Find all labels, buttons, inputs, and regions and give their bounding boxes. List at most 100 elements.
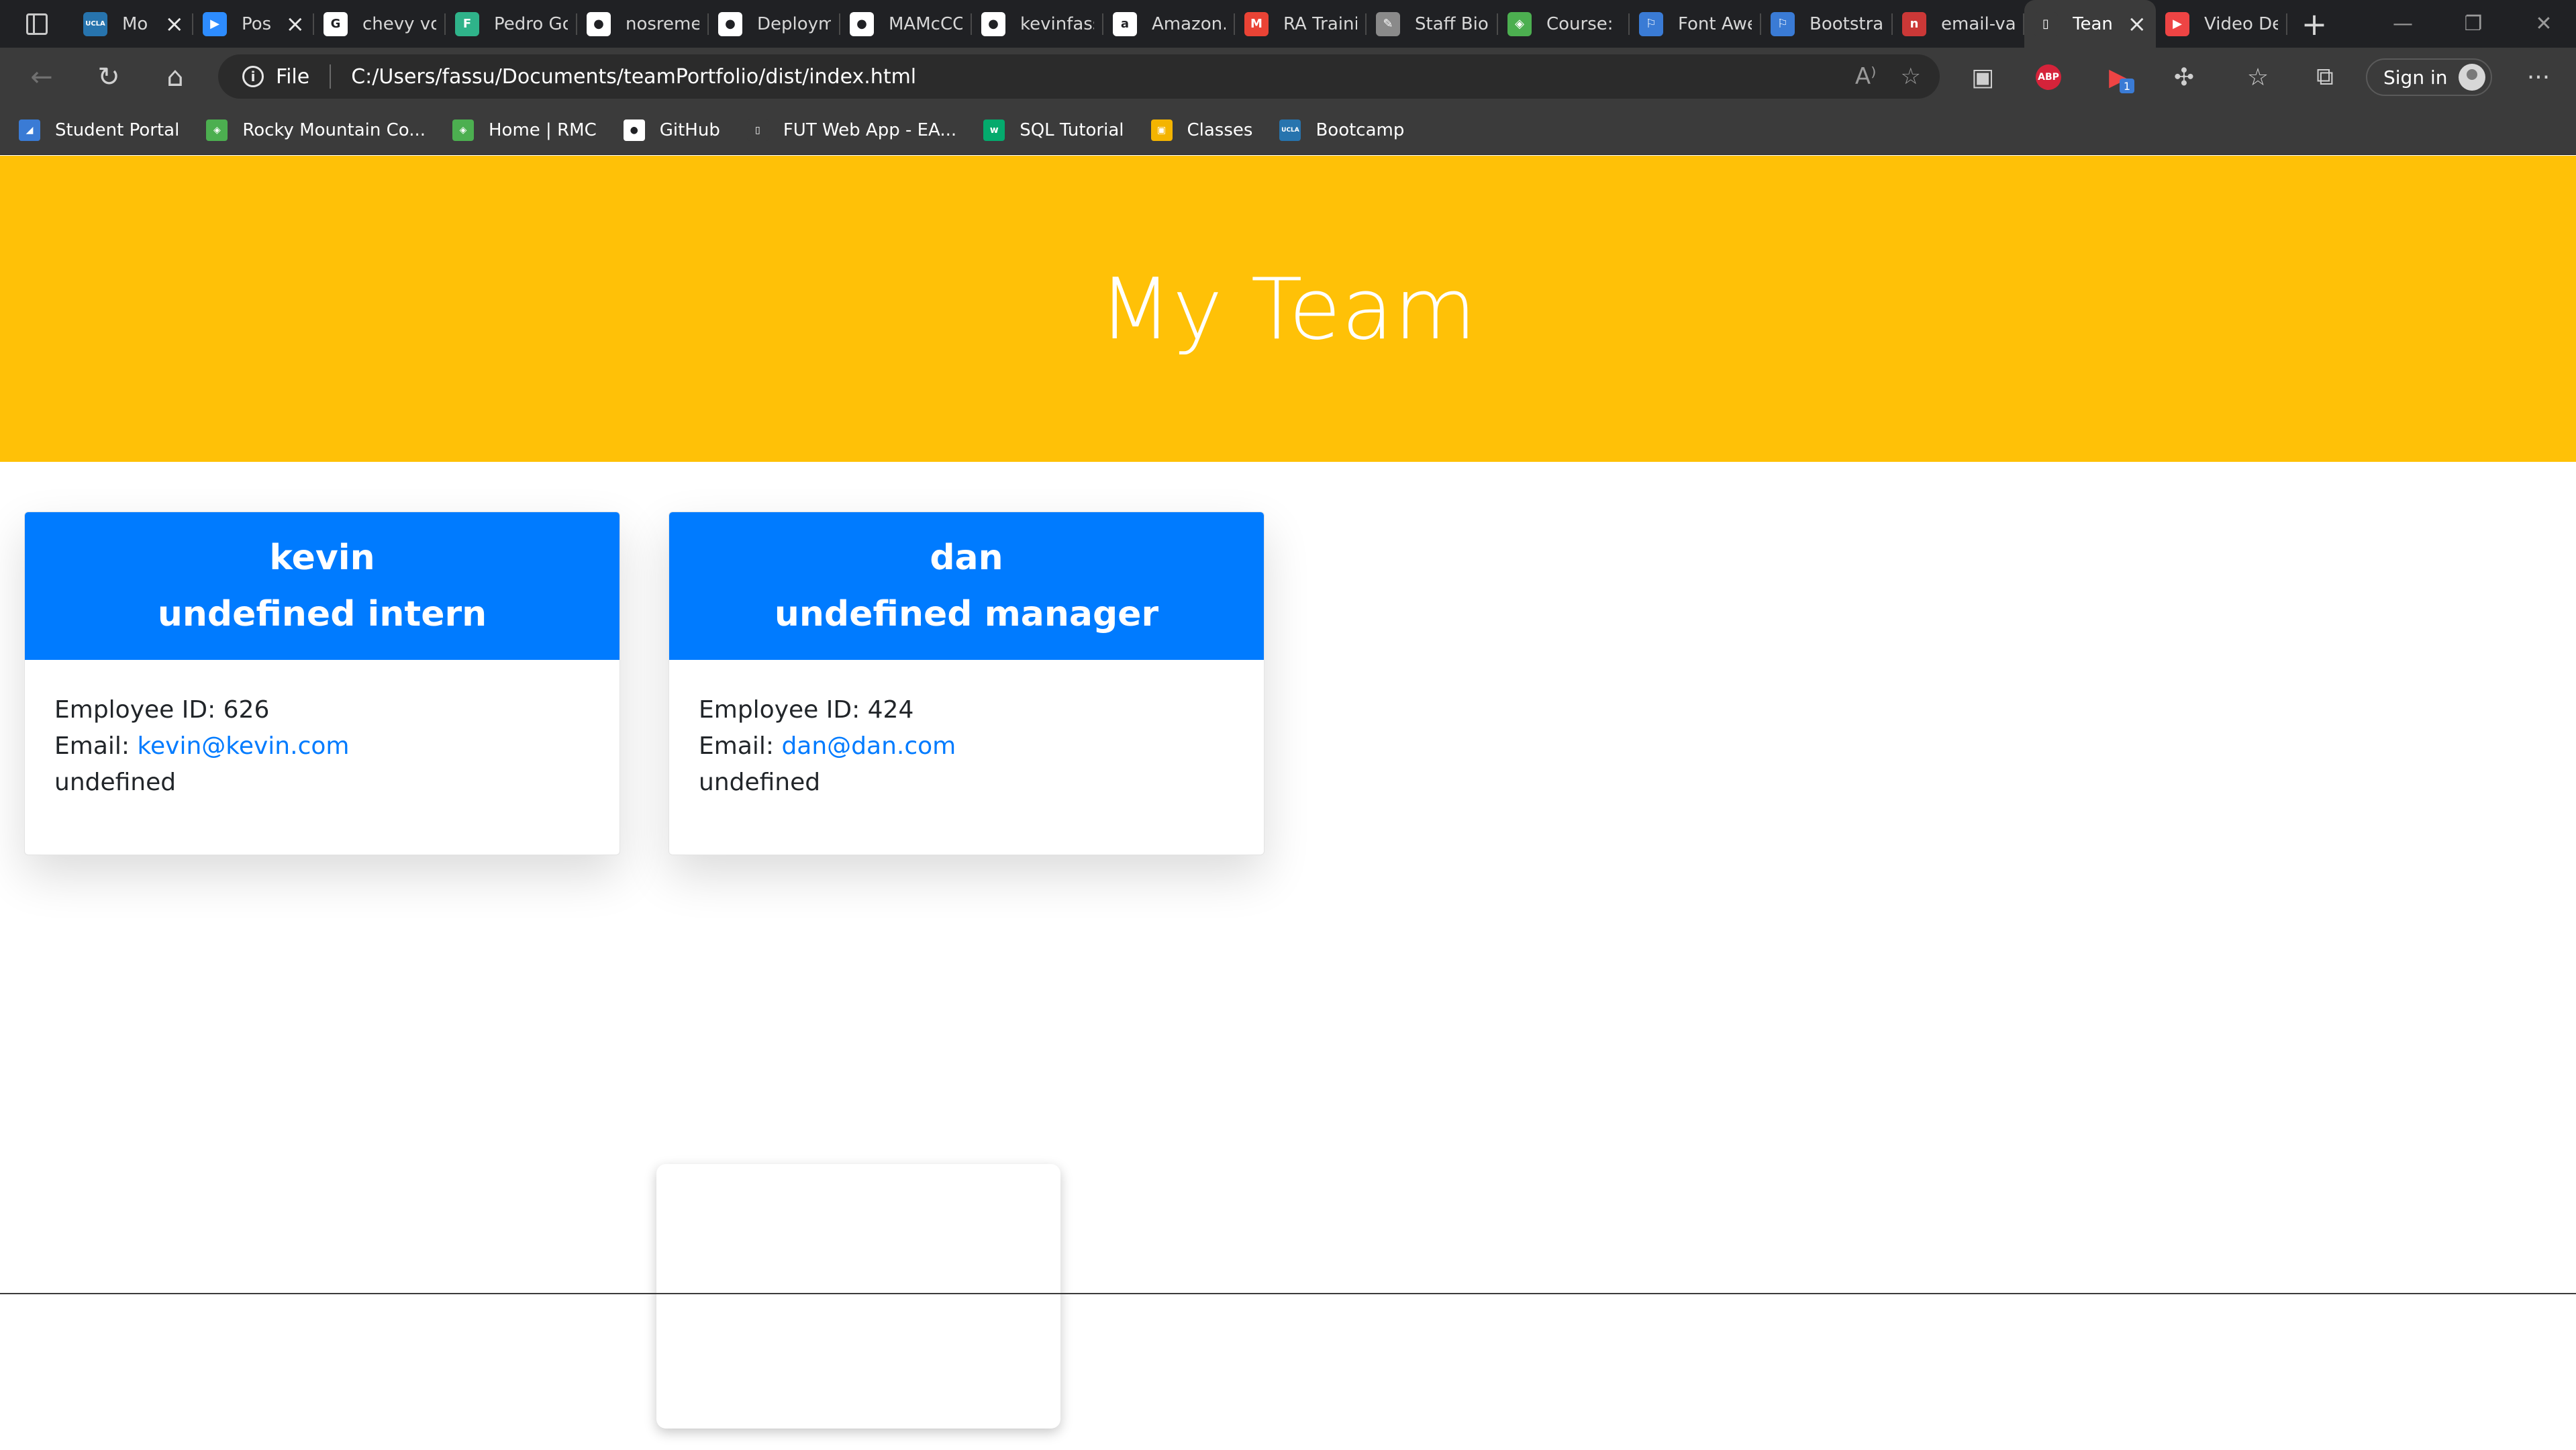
employee-role: undefined manager <box>774 594 1159 634</box>
bookmark-label: Rocky Mountain Co... <box>242 119 426 140</box>
favorite-star-icon[interactable]: ☆ <box>1901 63 1921 90</box>
url-scheme: File <box>276 64 310 89</box>
tab[interactable]: ⚐ Font Awe <box>1630 0 1761 48</box>
address-toolbar: ← ↻ ⌂ i File C:/Users/fassu/Documents/te… <box>0 48 2576 105</box>
minimize-button[interactable]: — <box>2369 0 2436 48</box>
close-window-button[interactable]: ✕ <box>2510 0 2576 48</box>
video-ext-icon[interactable]: ▶ 1 <box>2098 57 2138 97</box>
portal-icon: ◢ <box>19 119 40 141</box>
close-tab-icon[interactable]: × <box>2128 11 2147 38</box>
bookmark-item[interactable]: ◈ Home | RMC <box>452 119 597 141</box>
classroom-icon: ▣ <box>1150 119 1173 141</box>
shield-icon: ◈ <box>452 119 474 141</box>
tab[interactable]: F Pedro Go <box>446 0 577 48</box>
close-tab-icon[interactable]: × <box>286 11 305 38</box>
tab[interactable]: ▯ Tean × <box>2024 0 2156 48</box>
extensions-puzzle-icon[interactable]: ✣ <box>2164 57 2204 97</box>
file-icon: ▯ <box>2034 11 2058 36</box>
employee-id: Employee ID: 424 <box>699 696 914 724</box>
tab[interactable]: Gchevy vo <box>314 0 446 48</box>
collections-ext-icon[interactable]: ▣ <box>1963 57 2003 97</box>
tab[interactable]: UCLA Mo × <box>74 0 193 48</box>
npm-icon: n <box>1902 11 1926 36</box>
favorites-icon[interactable]: ☆ <box>2238 57 2278 97</box>
video-icon: ▶ <box>2165 11 2189 36</box>
tab[interactable]: ✎ Staff Bio <box>1367 0 1498 48</box>
tab[interactable]: ▶ Pos × <box>193 0 314 48</box>
tab-strip: UCLA Mo × ▶ Pos × Gchevy vo F Pedro Go ● nosreme ● D… <box>0 0 2576 48</box>
bookmark-label: Student Portal <box>55 119 180 140</box>
email-label: Email: <box>54 732 138 760</box>
collections-icon[interactable]: ⧉ <box>2305 57 2345 97</box>
bookmark-label: FUT Web App - EA... <box>783 119 957 140</box>
address-divider <box>330 64 332 89</box>
header-jumbotron: My Team <box>0 156 2576 462</box>
address-bar[interactable]: i File C:/Users/fassu/Documents/teamPort… <box>218 54 1940 99</box>
bookmark-item[interactable]: ● GitHub <box>623 119 720 141</box>
bookmark-item[interactable]: w SQL Tutorial <box>983 119 1124 141</box>
back-button[interactable]: ← <box>21 57 62 97</box>
bookmark-label: Classes <box>1187 119 1253 140</box>
close-tab-icon[interactable]: × <box>165 11 185 38</box>
employee-extra: undefined <box>54 769 177 796</box>
tab-label: Tean <box>2073 13 2113 34</box>
tab[interactable]: ● Deploym <box>709 0 840 48</box>
employee-extra: undefined <box>699 769 821 796</box>
tab[interactable]: ⚐ Bootstrap <box>1761 0 1893 48</box>
shield-icon: ◈ <box>1507 11 1532 36</box>
employee-name: dan <box>930 538 1003 578</box>
amazon-icon: a <box>1113 11 1137 36</box>
info-icon[interactable]: i <box>242 66 264 87</box>
github-icon: ● <box>718 11 742 36</box>
taskbar-edge <box>0 1293 2576 1294</box>
tab[interactable]: ● MAMcCC <box>840 0 972 48</box>
bookmark-label: GitHub <box>659 119 720 140</box>
github-icon: ● <box>623 119 645 141</box>
ucla-icon: UCLA <box>1279 119 1301 141</box>
sign-in-label: Sign in <box>2383 66 2448 89</box>
tab-label: MAMcCC <box>889 13 962 34</box>
zoom-icon: ▶ <box>203 11 227 36</box>
employee-card: kevin undefined intern Employee ID: 626 … <box>24 512 620 855</box>
bookmark-item[interactable]: ▣ Classes <box>1150 119 1253 141</box>
github-icon: ● <box>850 11 874 36</box>
tab[interactable]: ● kevinfass <box>972 0 1103 48</box>
bookmark-item[interactable]: ▯ FUT Web App - EA... <box>746 119 957 141</box>
tab[interactable]: n email-va <box>1893 0 2024 48</box>
adblock-ext-icon[interactable]: ABP <box>2028 57 2069 97</box>
tab-label: Bootstrap <box>1810 13 1883 34</box>
home-button[interactable]: ⌂ <box>155 57 195 97</box>
tab[interactable]: ● nosreme <box>577 0 709 48</box>
email-link[interactable]: kevin@kevin.com <box>137 732 349 760</box>
restore-button[interactable]: ❐ <box>2440 0 2507 48</box>
more-menu-icon[interactable]: ··· <box>2518 57 2559 97</box>
tab-label: Staff Bio <box>1415 13 1489 34</box>
bookmark-item[interactable]: UCLA Bootcamp <box>1279 119 1404 141</box>
sidebar-icon <box>26 13 48 35</box>
tab-label: Font Awe <box>1678 13 1752 34</box>
bookmark-item[interactable]: ◢ Student Portal <box>19 119 179 141</box>
sidebar-toggle-button[interactable] <box>0 0 74 48</box>
read-aloud-icon[interactable]: A⁾ <box>1855 63 1877 90</box>
avatar <box>2459 64 2485 91</box>
bookmarks-bar: ◢ Student Portal ◈ Rocky Mountain Co... ◈ Hom… <box>0 105 2576 155</box>
email-link[interactable]: dan@dan.com <box>781 732 956 760</box>
tab-label: email-va <box>1941 13 2015 34</box>
tab[interactable]: ▶ Video De <box>2156 0 2287 48</box>
tab[interactable]: M RA Traini <box>1235 0 1367 48</box>
url-text[interactable]: C:/Users/fassu/Documents/teamPortfolio/d… <box>351 65 916 89</box>
employee-email-row: Email: dan@dan.com <box>699 728 1234 765</box>
refresh-button[interactable]: ↻ <box>89 57 129 97</box>
flag-icon: ⚐ <box>1771 11 1795 36</box>
adblock-label: ABP <box>2036 64 2061 90</box>
tab-label: Pos <box>242 13 272 34</box>
new-tab-button[interactable]: + <box>2287 6 2341 42</box>
sign-in-button[interactable]: Sign in <box>2366 58 2492 96</box>
tab[interactable]: ◈ Course: F <box>1498 0 1630 48</box>
bookmark-item[interactable]: ◈ Rocky Mountain Co... <box>206 119 426 141</box>
tab-label: RA Traini <box>1283 13 1357 34</box>
google-icon: G <box>324 11 348 36</box>
tab-label: Amazon. <box>1152 13 1226 34</box>
tab[interactable]: a Amazon. <box>1103 0 1235 48</box>
tab-list: UCLA Mo × ▶ Pos × Gchevy vo F Pedro Go ● nosreme ● D… <box>74 0 2287 48</box>
